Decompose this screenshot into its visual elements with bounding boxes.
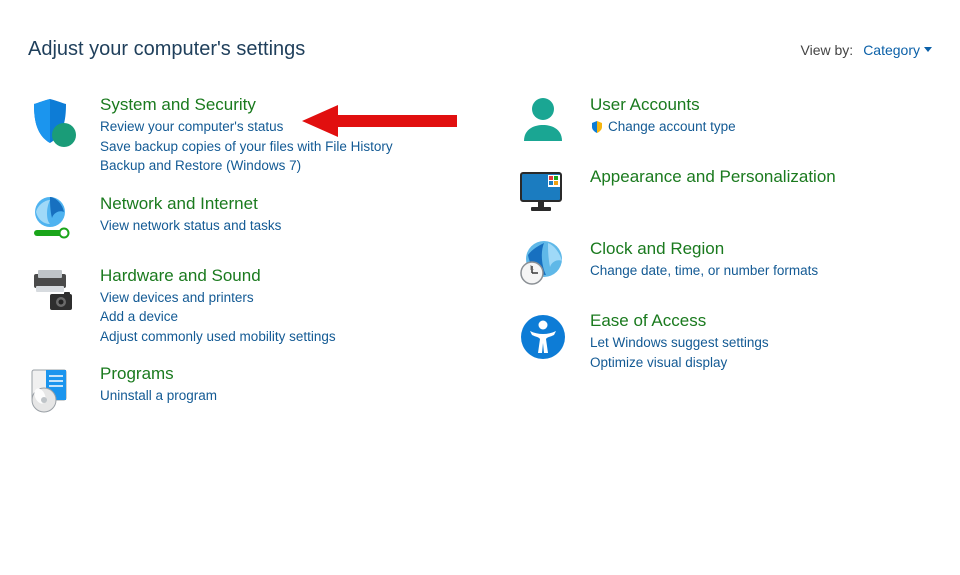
link-windows-suggest[interactable]: Let Windows suggest settings — [590, 333, 769, 353]
category-title-ease-of-access[interactable]: Ease of Access — [590, 311, 769, 331]
header: Adjust your computer's settings View by:… — [0, 0, 960, 71]
link-change-account-type[interactable]: Change account type — [590, 117, 736, 137]
user-icon — [514, 95, 572, 149]
link-network-status[interactable]: View network status and tasks — [100, 216, 281, 236]
link-devices-printers[interactable]: View devices and printers — [100, 288, 336, 308]
globe-network-icon — [24, 194, 82, 248]
category-ease-of-access: Ease of Access Let Windows suggest setti… — [514, 311, 924, 372]
link-mobility-settings[interactable]: Adjust commonly used mobility settings — [100, 327, 336, 347]
page-title: Adjust your computer's settings — [28, 38, 305, 61]
view-by-value-text: Category — [863, 42, 920, 58]
chevron-down-icon — [924, 47, 932, 52]
svg-text:L: L — [530, 265, 534, 272]
printer-camera-icon — [24, 266, 82, 320]
content-columns: System and Security Review your computer… — [0, 71, 960, 428]
category-appearance: Appearance and Personalization — [514, 167, 924, 221]
link-optimize-visual[interactable]: Optimize visual display — [590, 353, 769, 373]
shield-icon — [24, 95, 82, 149]
view-by-dropdown[interactable]: Category — [863, 42, 932, 58]
category-network: Network and Internet View network status… — [24, 194, 484, 248]
view-by-label: View by: — [801, 42, 854, 58]
link-add-device[interactable]: Add a device — [100, 307, 336, 327]
monitor-icon — [514, 167, 572, 221]
view-by-group: View by: Category — [801, 42, 932, 58]
link-change-account-type-label: Change account type — [608, 117, 736, 137]
category-programs: Programs Uninstall a program — [24, 364, 484, 418]
category-title-appearance[interactable]: Appearance and Personalization — [590, 167, 836, 187]
link-change-date-time[interactable]: Change date, time, or number formats — [590, 261, 818, 281]
right-column: User Accounts Change account type — [514, 95, 924, 418]
clock-globe-icon: L — [514, 239, 572, 293]
category-title-user-accounts[interactable]: User Accounts — [590, 95, 736, 115]
category-user-accounts: User Accounts Change account type — [514, 95, 924, 149]
category-clock: L Clock and Region Change date, time, or… — [514, 239, 924, 293]
category-title-network[interactable]: Network and Internet — [100, 194, 281, 214]
link-backup-restore[interactable]: Backup and Restore (Windows 7) — [100, 156, 393, 176]
arrow-annotation-icon — [302, 101, 462, 141]
left-column: System and Security Review your computer… — [24, 95, 484, 418]
programs-icon — [24, 364, 82, 418]
category-title-hardware[interactable]: Hardware and Sound — [100, 266, 336, 286]
category-title-clock[interactable]: Clock and Region — [590, 239, 818, 259]
uac-shield-icon — [590, 120, 604, 134]
category-hardware: Hardware and Sound View devices and prin… — [24, 266, 484, 347]
category-title-programs[interactable]: Programs — [100, 364, 217, 384]
link-uninstall-program[interactable]: Uninstall a program — [100, 386, 217, 406]
accessibility-icon — [514, 311, 572, 365]
